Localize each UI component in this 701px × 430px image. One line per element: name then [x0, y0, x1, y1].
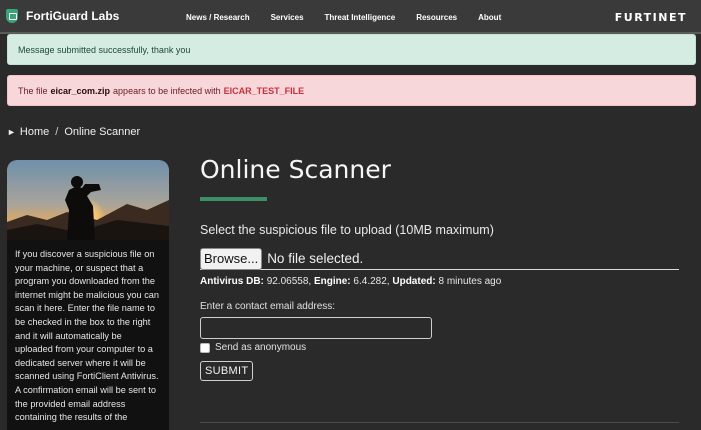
anonymous-option: Send as anonymous	[200, 342, 680, 353]
threat-name: EICAR_TEST_FILE	[223, 85, 305, 96]
updated-value: 8 minutes ago	[438, 276, 502, 287]
play-arrow-icon: ►	[7, 127, 16, 137]
nav-link-news-research[interactable]: News / Research	[186, 13, 250, 22]
infection-middle: appears to be infected with	[113, 85, 221, 96]
nav-link-about[interactable]: About	[478, 13, 501, 22]
engine-value: 6.4.282,	[353, 276, 390, 287]
scanner-form: Online Scanner Select the suspicious fil…	[200, 150, 680, 381]
sidebar-description: If you discover a suspicious file on you…	[15, 249, 160, 423]
hero-image-binoculars	[7, 160, 169, 240]
breadcrumb-home[interactable]: Home	[20, 126, 49, 138]
brand-link[interactable]: FortiGuard Labs	[6, 9, 119, 23]
file-select-label: Select the suspicious file to upload (10…	[200, 223, 494, 237]
engine-label: Engine:	[313, 276, 351, 287]
page-title: Online Scanner	[200, 155, 391, 184]
success-alert: Message submitted successfully, thank yo…	[7, 34, 696, 65]
nav-link-services[interactable]: Services	[271, 13, 304, 22]
infection-alert: The file eicar_com.zip appears to be inf…	[7, 75, 696, 106]
anonymous-checkbox[interactable]	[200, 342, 210, 353]
nav-link-resources[interactable]: Resources	[416, 13, 457, 22]
title-underline	[200, 197, 267, 201]
browse-button[interactable]: Browse...	[200, 247, 263, 270]
av-db-value: 92.06558,	[266, 276, 312, 287]
nav-link-threat-intelligence[interactable]: Threat Intelligence	[325, 13, 396, 22]
fortinet-logo[interactable]: FURTINET	[615, 11, 687, 24]
infection-prefix: The file	[18, 85, 48, 96]
file-status: No file selected.	[267, 251, 364, 266]
file-input-row: Browse... No file selected.	[200, 247, 679, 270]
submit-button[interactable]: SUBMIT	[200, 361, 254, 381]
anonymous-label: Send as anonymous	[215, 342, 307, 353]
sidebar-info-card: If you discover a suspicious file on you…	[7, 160, 169, 430]
breadcrumb: ► Home / Online Scanner	[7, 126, 140, 138]
section-divider	[200, 422, 679, 423]
fortiguard-shield-icon	[6, 9, 18, 23]
updated-label: Updated:	[392, 276, 436, 287]
email-label: Enter a contact email address:	[200, 301, 336, 312]
breadcrumb-separator: /	[55, 126, 59, 138]
antivirus-info: Antivirus DB: 92.06558, Engine: 6.4.282,…	[200, 276, 680, 287]
av-db-label: Antivirus DB:	[200, 276, 264, 287]
nav-links: News / Research Services Threat Intellig…	[186, 0, 522, 34]
success-message: Message submitted successfully, thank yo…	[18, 44, 191, 55]
top-navbar: FortiGuard Labs News / Research Services…	[0, 0, 701, 34]
brand-name: FortiGuard Labs	[26, 9, 120, 23]
breadcrumb-current: Online Scanner	[64, 126, 141, 138]
email-input[interactable]	[200, 317, 432, 339]
infected-filename: eicar_com.zip	[50, 85, 111, 96]
